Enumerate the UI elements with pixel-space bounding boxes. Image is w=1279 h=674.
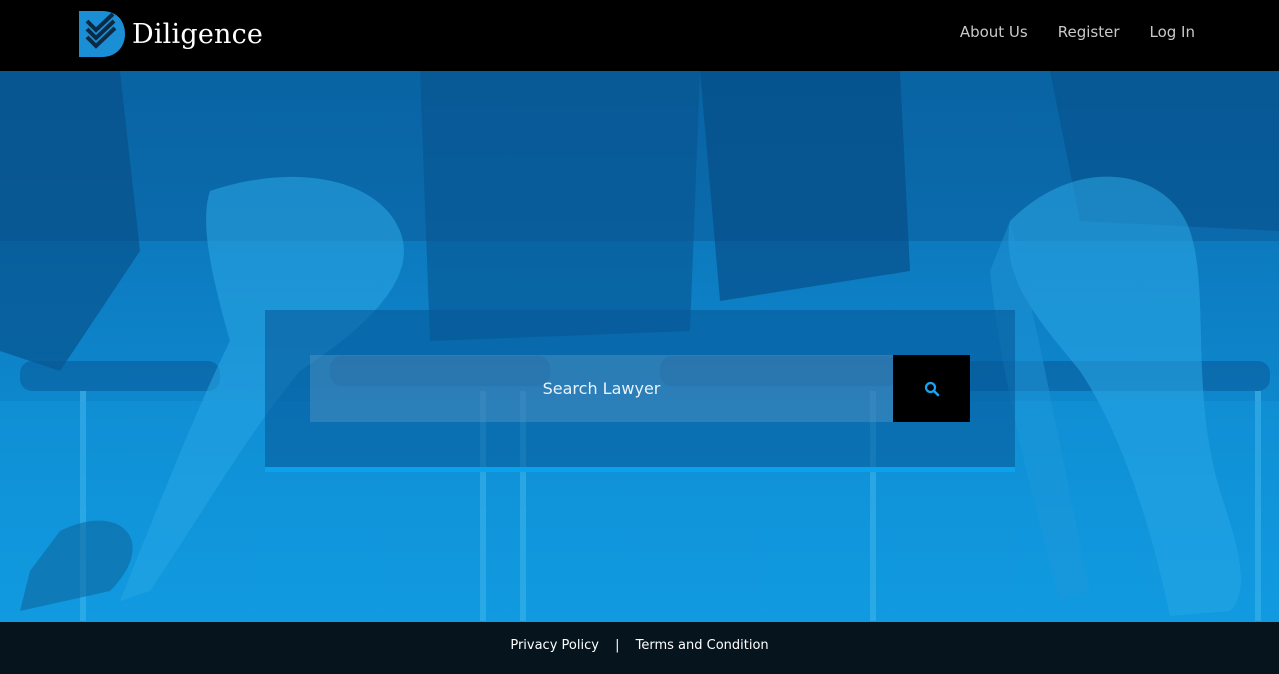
- search-button[interactable]: [893, 355, 970, 422]
- diligence-checkmark-logo-icon: [79, 11, 125, 57]
- site-logo[interactable]: Diligence: [78, 10, 263, 58]
- site-footer: Privacy Policy | Terms and Condition: [0, 622, 1279, 674]
- brand-name: Diligence: [132, 18, 264, 50]
- terms-and-condition-link[interactable]: Terms and Condition: [636, 638, 769, 653]
- main-nav: About Us Register Log In: [960, 23, 1195, 41]
- hero-banner: [0, 71, 1279, 622]
- nav-about-us[interactable]: About Us: [960, 23, 1028, 41]
- search-lawyer-input[interactable]: [310, 355, 893, 422]
- footer-separator: |: [615, 638, 620, 653]
- search-panel: [265, 310, 1015, 472]
- nav-register[interactable]: Register: [1058, 23, 1120, 41]
- nav-log-in[interactable]: Log In: [1150, 23, 1196, 41]
- top-navbar: Diligence About Us Register Log In: [0, 0, 1279, 71]
- footer-links: Privacy Policy | Terms and Condition: [0, 638, 1279, 653]
- search-icon: [924, 381, 939, 396]
- privacy-policy-link[interactable]: Privacy Policy: [510, 638, 599, 653]
